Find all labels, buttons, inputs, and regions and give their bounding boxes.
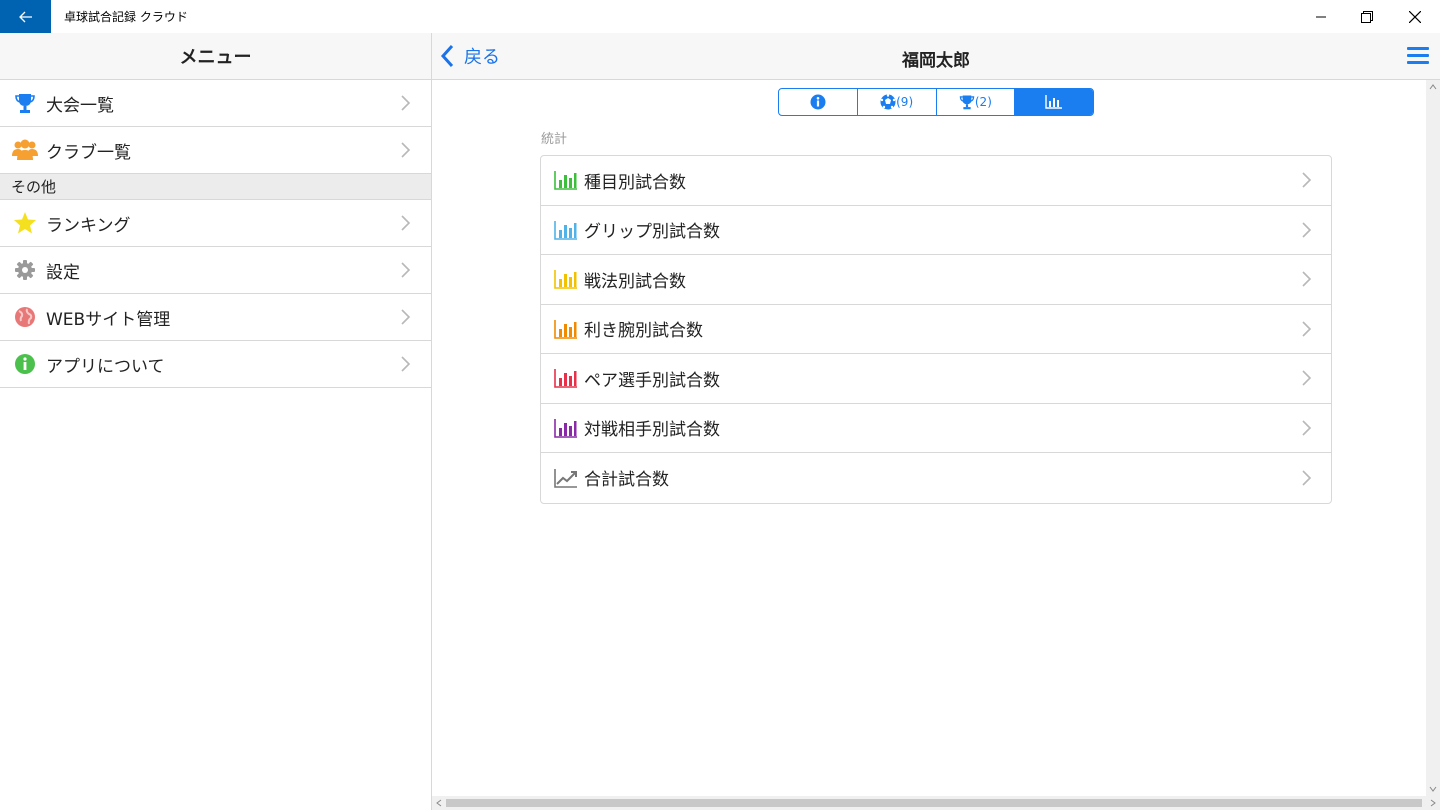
trophy-icon bbox=[12, 90, 38, 116]
list-item-total-count[interactable]: 合計試合数 bbox=[541, 453, 1331, 503]
segmented-control: (9) (2) bbox=[778, 88, 1094, 116]
gear-icon bbox=[12, 257, 38, 283]
bar-chart-icon bbox=[554, 418, 577, 438]
chevron-right-icon bbox=[401, 262, 411, 278]
scroll-right-icon bbox=[1430, 799, 1436, 807]
chevron-right-icon bbox=[1302, 470, 1312, 486]
trophy-icon bbox=[959, 95, 975, 110]
tab-matches[interactable]: (9) bbox=[858, 89, 937, 115]
page-title: 福岡太郎 bbox=[902, 51, 970, 71]
list-item-style-count[interactable]: 戦法別試合数 bbox=[541, 255, 1331, 305]
main-panel: 戻る 福岡太郎 (9) (2) 統計 種目別試合数 グリップ別試合数 戦法別試合… bbox=[432, 33, 1440, 810]
window-back-button[interactable] bbox=[0, 0, 51, 33]
list-item-label: 戦法別試合数 bbox=[584, 271, 686, 292]
list-item-label: 利き腕別試合数 bbox=[584, 321, 703, 342]
hamburger-menu-icon[interactable] bbox=[1406, 45, 1430, 67]
list-item-grip-count[interactable]: グリップ別試合数 bbox=[541, 206, 1331, 255]
chevron-right-icon bbox=[1302, 222, 1312, 238]
title-bar: 卓球試合記録 クラウド bbox=[0, 0, 1440, 33]
bar-chart-icon bbox=[554, 319, 577, 339]
restore-icon bbox=[1361, 10, 1373, 23]
star-icon bbox=[12, 210, 38, 236]
sidebar-section-other: その他 bbox=[0, 174, 431, 200]
close-icon bbox=[1409, 10, 1421, 23]
minimize-icon bbox=[1316, 16, 1326, 17]
tournaments-count: (2) bbox=[974, 95, 992, 109]
sidebar-item-label: アプリについて bbox=[46, 356, 165, 377]
close-button[interactable] bbox=[1392, 0, 1438, 33]
scroll-down-icon bbox=[1429, 786, 1437, 792]
scroll-up-icon bbox=[1429, 84, 1437, 90]
list-item-label: 対戦相手別試合数 bbox=[584, 420, 720, 441]
chevron-right-icon bbox=[401, 356, 411, 372]
line-chart-icon bbox=[554, 468, 577, 488]
chevron-right-icon bbox=[1302, 321, 1312, 337]
chevron-right-icon bbox=[401, 215, 411, 231]
info-icon bbox=[810, 94, 826, 110]
bar-chart-icon bbox=[554, 369, 577, 389]
list-item-label: ペア選手別試合数 bbox=[584, 370, 720, 391]
chevron-right-icon bbox=[1302, 420, 1312, 436]
list-item-opponent-count[interactable]: 対戦相手別試合数 bbox=[541, 404, 1331, 453]
bar-chart-icon bbox=[554, 171, 577, 191]
sidebar-item-website[interactable]: WEBサイト管理 bbox=[0, 294, 431, 341]
stats-list: 種目別試合数 グリップ別試合数 戦法別試合数 利き腕別試合数 ペア選手別試合数 … bbox=[540, 155, 1332, 504]
arrow-left-icon bbox=[18, 11, 32, 22]
tab-info[interactable] bbox=[779, 89, 858, 115]
sidebar-item-label: 設定 bbox=[46, 262, 80, 283]
chevron-right-icon bbox=[401, 309, 411, 325]
bar-chart-icon bbox=[1045, 95, 1063, 109]
restore-button[interactable] bbox=[1344, 0, 1390, 33]
chevron-right-icon bbox=[1302, 271, 1312, 287]
list-item-label: 合計試合数 bbox=[584, 470, 669, 491]
minimize-button[interactable] bbox=[1298, 0, 1344, 33]
globe-icon bbox=[12, 304, 38, 330]
list-item-label: 種目別試合数 bbox=[584, 172, 686, 193]
sidebar-item-settings[interactable]: 設定 bbox=[0, 247, 431, 294]
tab-stats[interactable] bbox=[1015, 89, 1093, 115]
sidebar-item-clubs[interactable]: クラブ一覧 bbox=[0, 127, 431, 174]
sidebar-menu: メニュー 大会一覧 クラブ一覧 その他 ランキング 設定 WEBサイト管理 アプ… bbox=[0, 33, 432, 810]
users-icon bbox=[12, 137, 38, 163]
vertical-scrollbar[interactable] bbox=[1426, 80, 1440, 796]
list-item-label: グリップ別試合数 bbox=[584, 222, 720, 243]
sidebar-item-tournaments[interactable]: 大会一覧 bbox=[0, 80, 431, 127]
sidebar-item-label: 大会一覧 bbox=[46, 95, 114, 116]
tab-tournaments[interactable]: (2) bbox=[937, 89, 1016, 115]
bar-chart-icon bbox=[554, 270, 577, 290]
chevron-right-icon bbox=[1302, 370, 1312, 386]
window-title: 卓球試合記録 クラウド bbox=[64, 10, 188, 24]
sidebar-item-label: WEBサイト管理 bbox=[46, 309, 171, 330]
sidebar-item-about[interactable]: アプリについて bbox=[0, 341, 431, 388]
ball-icon bbox=[880, 94, 896, 110]
sidebar-header: メニュー bbox=[0, 33, 431, 80]
horizontal-scrollbar[interactable] bbox=[432, 796, 1440, 810]
chevron-right-icon bbox=[401, 95, 411, 111]
sidebar-item-label: ランキング bbox=[46, 215, 131, 236]
list-item-hand-count[interactable]: 利き腕別試合数 bbox=[541, 305, 1331, 354]
horizontal-scroll-thumb[interactable] bbox=[446, 799, 1422, 807]
scroll-left-icon bbox=[436, 799, 442, 807]
matches-count: (9) bbox=[896, 95, 914, 109]
sidebar-item-ranking[interactable]: ランキング bbox=[0, 200, 431, 247]
nav-bar: 戻る 福岡太郎 bbox=[432, 33, 1440, 80]
list-item-pair-count[interactable]: ペア選手別試合数 bbox=[541, 354, 1331, 404]
chevron-right-icon bbox=[401, 142, 411, 158]
chevron-right-icon bbox=[1302, 172, 1312, 188]
info-icon bbox=[12, 351, 38, 377]
list-item-event-count[interactable]: 種目別試合数 bbox=[541, 156, 1331, 206]
sidebar-item-label: クラブ一覧 bbox=[46, 142, 131, 163]
stats-section-label: 統計 bbox=[541, 132, 568, 147]
bar-chart-icon bbox=[554, 220, 577, 240]
